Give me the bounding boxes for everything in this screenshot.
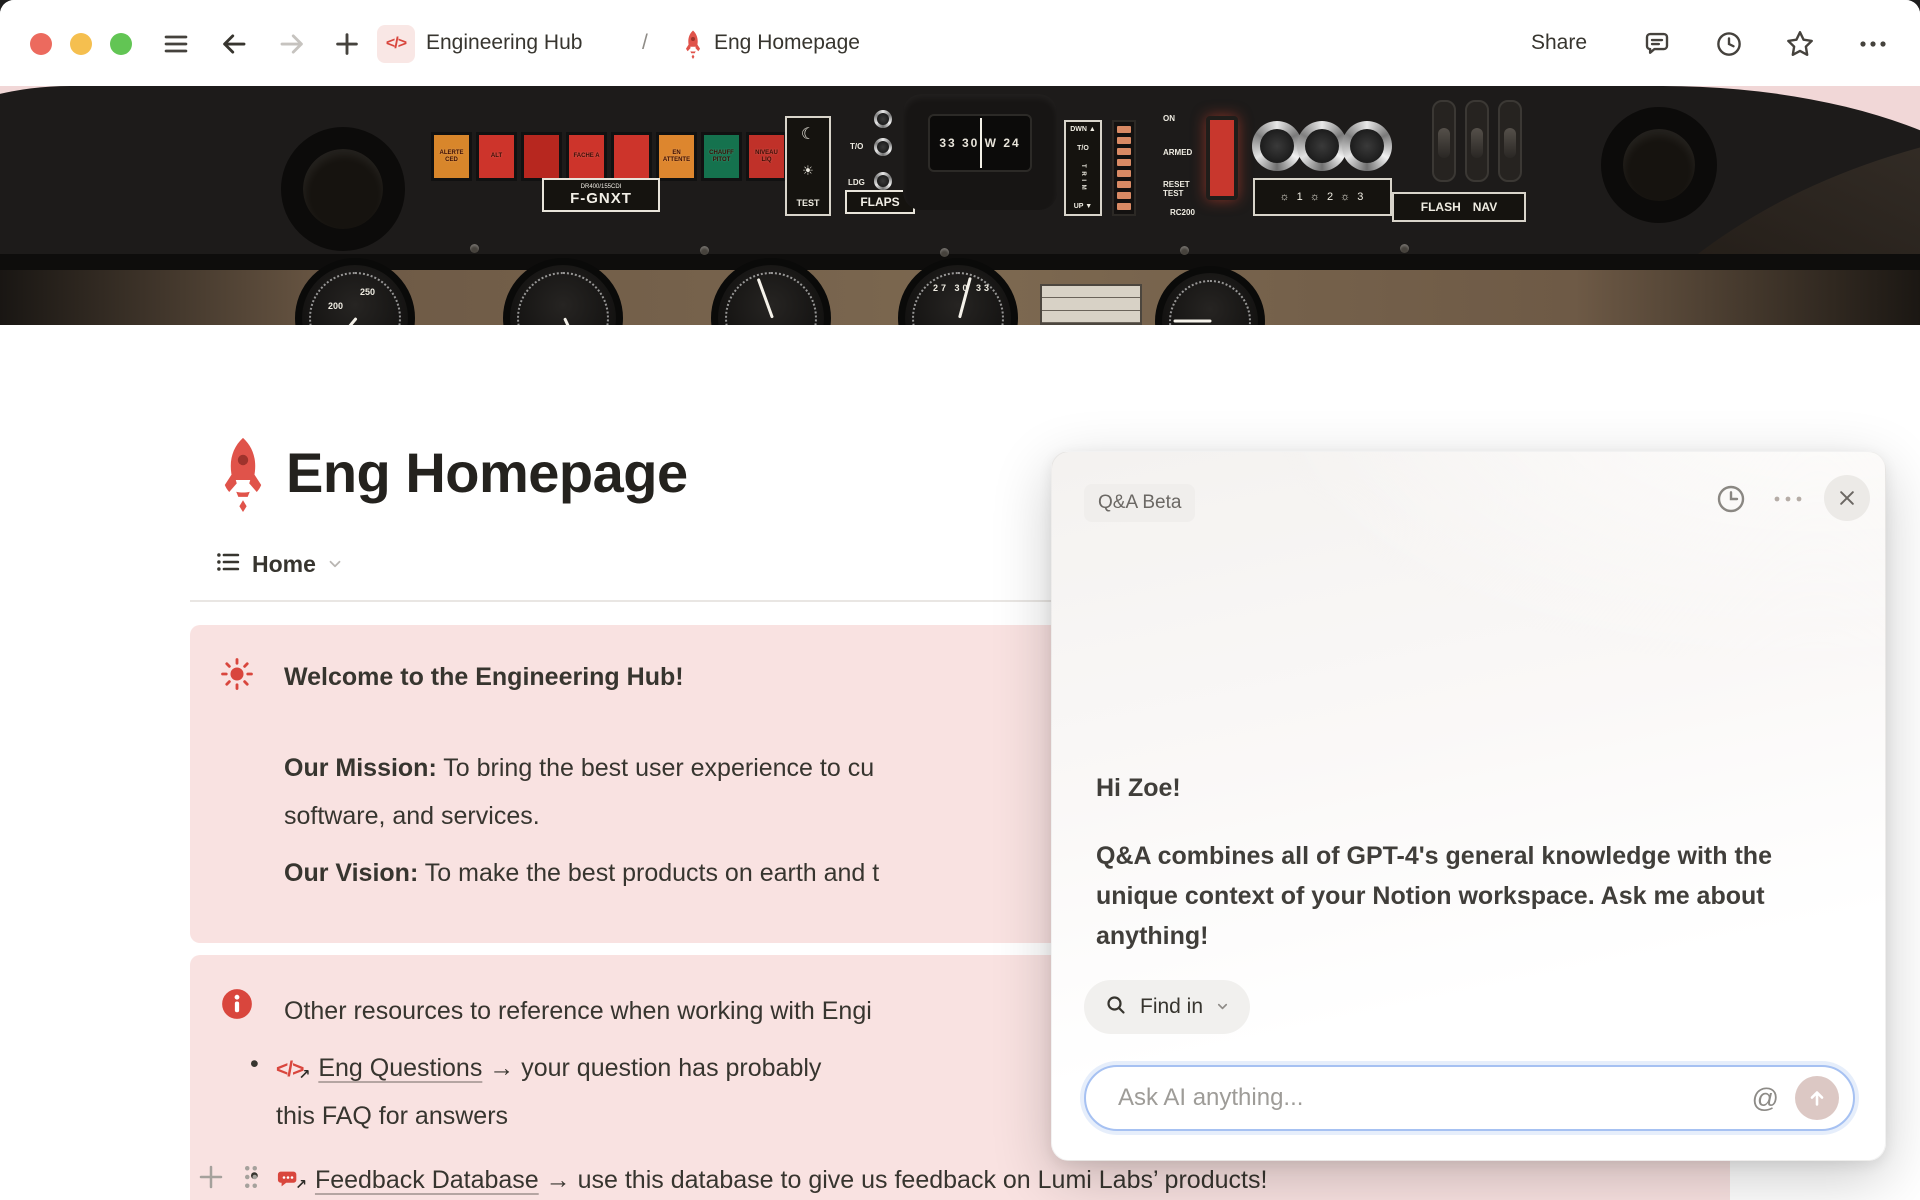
list-view-icon [214, 548, 242, 581]
comments-icon[interactable] [1640, 27, 1674, 61]
drag-handle-icon[interactable] [240, 1162, 262, 1197]
compass-housing: 33 30 W 24 [903, 94, 1057, 210]
breadcrumb-current[interactable]: Eng Homepage [714, 0, 860, 86]
annunciator-lights: ALERTE CED ALT FACHE A EN ATTENTE CHAUFF… [431, 132, 787, 181]
warning-light [521, 132, 562, 181]
panel-knob [874, 172, 892, 190]
trim-panel: DWN ▲ T/O T R I M UP ▼ [1064, 120, 1102, 216]
traffic-minimize-button[interactable] [70, 33, 92, 55]
on-label: ON [1163, 114, 1175, 123]
compass-window: 33 30 W 24 [928, 114, 1032, 172]
to-label: T/O [850, 142, 863, 151]
compass-correction-card [1040, 284, 1142, 325]
find-in-button[interactable]: Find in [1084, 980, 1250, 1034]
panel-knob [874, 110, 892, 128]
mission-line: Our Mission: To bring the best user expe… [284, 752, 874, 784]
armed-switch [1206, 116, 1238, 200]
search-icon [1104, 993, 1128, 1022]
armed-label: ARMED [1163, 148, 1192, 157]
share-button[interactable]: Share [1531, 0, 1587, 86]
mission-line-2: software, and services. [284, 800, 540, 832]
qa-assistant-panel: Q&A Beta Hi Zoe! Q&A combines all of GPT… [1051, 451, 1886, 1161]
panel-knob [874, 138, 892, 156]
back-arrow-icon[interactable] [218, 28, 250, 60]
qa-message: Q&A combines all of GPT-4's general know… [1096, 836, 1848, 956]
resource-bullet-1: </>↗ Eng Questions → your question has p… [276, 1052, 821, 1086]
resource-bullet-1-line2: this FAQ for answers [276, 1100, 508, 1132]
resource-bullet-2: ↗ Feedback Database → use this database … [276, 1164, 1267, 1196]
warning-light: CHAUFF PITOT [701, 132, 742, 181]
chrome-knob [1297, 121, 1347, 171]
qa-more-options-icon[interactable] [1768, 490, 1808, 508]
mention-at-icon[interactable]: @ [1752, 1083, 1779, 1114]
test-panel: ☾ ☀ TEST [785, 116, 831, 216]
reset-test-label: RESET TEST [1163, 180, 1197, 198]
sun-icon [220, 657, 254, 691]
toggle-switches [1432, 100, 1522, 182]
page-cover-image[interactable]: ALERTE CED ALT FACHE A EN ATTENTE CHAUFF… [0, 86, 1920, 325]
page-icon-rocket[interactable] [210, 434, 276, 517]
feedback-database-link[interactable]: Feedback Database [315, 1166, 539, 1194]
more-options-icon[interactable] [1856, 30, 1890, 58]
breadcrumb-parent[interactable]: Engineering Hub [426, 0, 582, 86]
favorite-star-icon[interactable] [1782, 26, 1818, 62]
lamp-panel: ☼ 1 ☼ 2 ☼ 3 [1253, 178, 1392, 216]
info-icon [220, 987, 254, 1021]
breadcrumb-separator: / [642, 0, 648, 86]
add-block-icon[interactable] [196, 1162, 226, 1197]
bullet-dot: • [250, 1050, 259, 1079]
rc200-label: RC200 [1170, 208, 1195, 217]
view-tab-home[interactable]: Home [214, 548, 344, 581]
qa-history-clock-icon[interactable] [1714, 482, 1748, 516]
traffic-close-button[interactable] [30, 33, 52, 55]
registration-plate: DR400/155CDI F-GNXT [542, 178, 660, 212]
warning-light: NIVEAU LIQ [746, 132, 787, 181]
block-handles [196, 1162, 262, 1197]
ask-ai-input-container: @ [1084, 1065, 1855, 1131]
ask-ai-input[interactable] [1118, 1084, 1752, 1112]
qa-greeting: Hi Zoe! [1096, 774, 1181, 803]
eng-questions-link[interactable]: Eng Questions [318, 1054, 482, 1082]
ldg-label: LDG [848, 178, 865, 187]
chevron-down-icon [1215, 999, 1230, 1019]
qa-close-button[interactable] [1824, 475, 1870, 521]
updates-clock-icon[interactable] [1712, 27, 1746, 61]
rocket-icon [678, 28, 708, 60]
warning-light: EN ATTENTE [656, 132, 697, 181]
air-vent-right [1601, 107, 1717, 223]
traffic-zoom-button[interactable] [110, 33, 132, 55]
trim-indicator-bars [1112, 120, 1136, 216]
find-in-label: Find in [1140, 995, 1203, 1019]
send-button[interactable] [1795, 1076, 1839, 1120]
warning-light [611, 132, 652, 181]
new-page-icon[interactable] [330, 27, 364, 61]
flash-nav-plate: FLASHNAV [1392, 192, 1526, 222]
breadcrumb-parent-icon[interactable]: </> [377, 25, 415, 63]
welcome-heading: Welcome to the Engineering Hub! [284, 661, 684, 693]
code-page-link-icon: </>↗ [276, 1052, 303, 1086]
warning-light: ALERTE CED [431, 132, 472, 181]
warning-light: FACHE A [566, 132, 607, 181]
qa-beta-badge: Q&A Beta [1084, 484, 1195, 522]
titlebar: </> Engineering Hub / Eng Homepage Share [0, 0, 1920, 86]
chrome-knob [1252, 121, 1302, 171]
resources-intro: Other resources to reference when workin… [284, 995, 872, 1027]
view-tab-label: Home [252, 551, 316, 578]
warning-light: ALT [476, 132, 517, 181]
chevron-down-icon [326, 555, 344, 578]
page-title[interactable]: Eng Homepage [286, 440, 688, 505]
forward-arrow-icon[interactable] [276, 28, 308, 60]
feedback-page-link-icon: ↗ [276, 1164, 300, 1196]
app-window: </> Engineering Hub / Eng Homepage Share [0, 0, 1920, 1200]
sidebar-menu-icon[interactable] [160, 28, 192, 60]
vision-line: Our Vision: To make the best products on… [284, 857, 879, 889]
chrome-knob [1342, 121, 1392, 171]
